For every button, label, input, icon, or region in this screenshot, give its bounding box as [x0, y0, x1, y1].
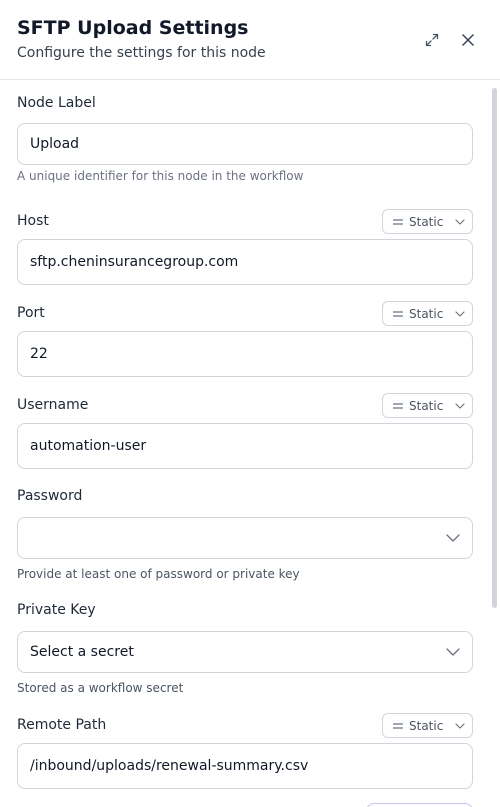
- host-mode-button[interactable]: Static: [382, 209, 473, 234]
- username-label: Username: [17, 397, 89, 413]
- panel-header: SFTP Upload Settings Configure the setti…: [0, 0, 500, 80]
- password-hint: Provide at least one of password or priv…: [17, 567, 300, 581]
- partially-visible-button[interactable]: [366, 803, 473, 807]
- port-mode-button[interactable]: Static: [382, 301, 473, 326]
- password-label: Password: [17, 488, 83, 504]
- panel-title: SFTP Upload Settings: [17, 17, 249, 39]
- scrollbar[interactable]: [492, 88, 497, 608]
- username-mode-button[interactable]: Static: [382, 393, 473, 418]
- username-input[interactable]: automation-user: [17, 423, 473, 469]
- remote-path-label: Remote Path: [17, 717, 107, 733]
- equals-icon: [392, 310, 404, 317]
- node-label-hint: A unique identifier for this node in the…: [17, 169, 304, 183]
- private-key-select-value: Select a secret: [30, 644, 134, 660]
- remote-path-mode-label: Static: [409, 718, 444, 733]
- port-input[interactable]: 22: [17, 331, 473, 377]
- host-label: Host: [17, 213, 49, 229]
- settings-panel: SFTP Upload Settings Configure the setti…: [0, 0, 500, 807]
- private-key-hint: Stored as a workflow secret: [17, 681, 184, 695]
- remote-path-input[interactable]: /inbound/uploads/renewal-summary.csv: [17, 743, 473, 789]
- private-key-label: Private Key: [17, 602, 96, 618]
- node-label-input[interactable]: Upload: [17, 123, 473, 165]
- chevron-down-icon: [446, 534, 460, 542]
- close-button[interactable]: [457, 29, 479, 51]
- node-label-label: Node Label: [17, 95, 96, 111]
- equals-icon: [392, 722, 404, 729]
- chevron-down-icon: [455, 218, 465, 225]
- port-label: Port: [17, 305, 45, 321]
- equals-icon: [392, 218, 404, 225]
- chevron-down-icon: [455, 722, 465, 729]
- equals-icon: [392, 402, 404, 409]
- panel-subtitle: Configure the settings for this node: [17, 45, 266, 61]
- password-select[interactable]: [17, 517, 473, 559]
- chevron-down-icon: [455, 310, 465, 317]
- close-icon: [462, 34, 474, 46]
- expand-icon: [425, 33, 439, 47]
- host-mode-label: Static: [409, 214, 444, 229]
- chevron-down-icon: [455, 402, 465, 409]
- private-key-select[interactable]: Select a secret: [17, 631, 473, 673]
- chevron-down-icon: [446, 648, 460, 656]
- remote-path-mode-button[interactable]: Static: [382, 713, 473, 738]
- username-mode-label: Static: [409, 398, 444, 413]
- expand-button[interactable]: [421, 29, 443, 51]
- port-mode-label: Static: [409, 306, 444, 321]
- host-input[interactable]: sftp.cheninsurancegroup.com: [17, 239, 473, 285]
